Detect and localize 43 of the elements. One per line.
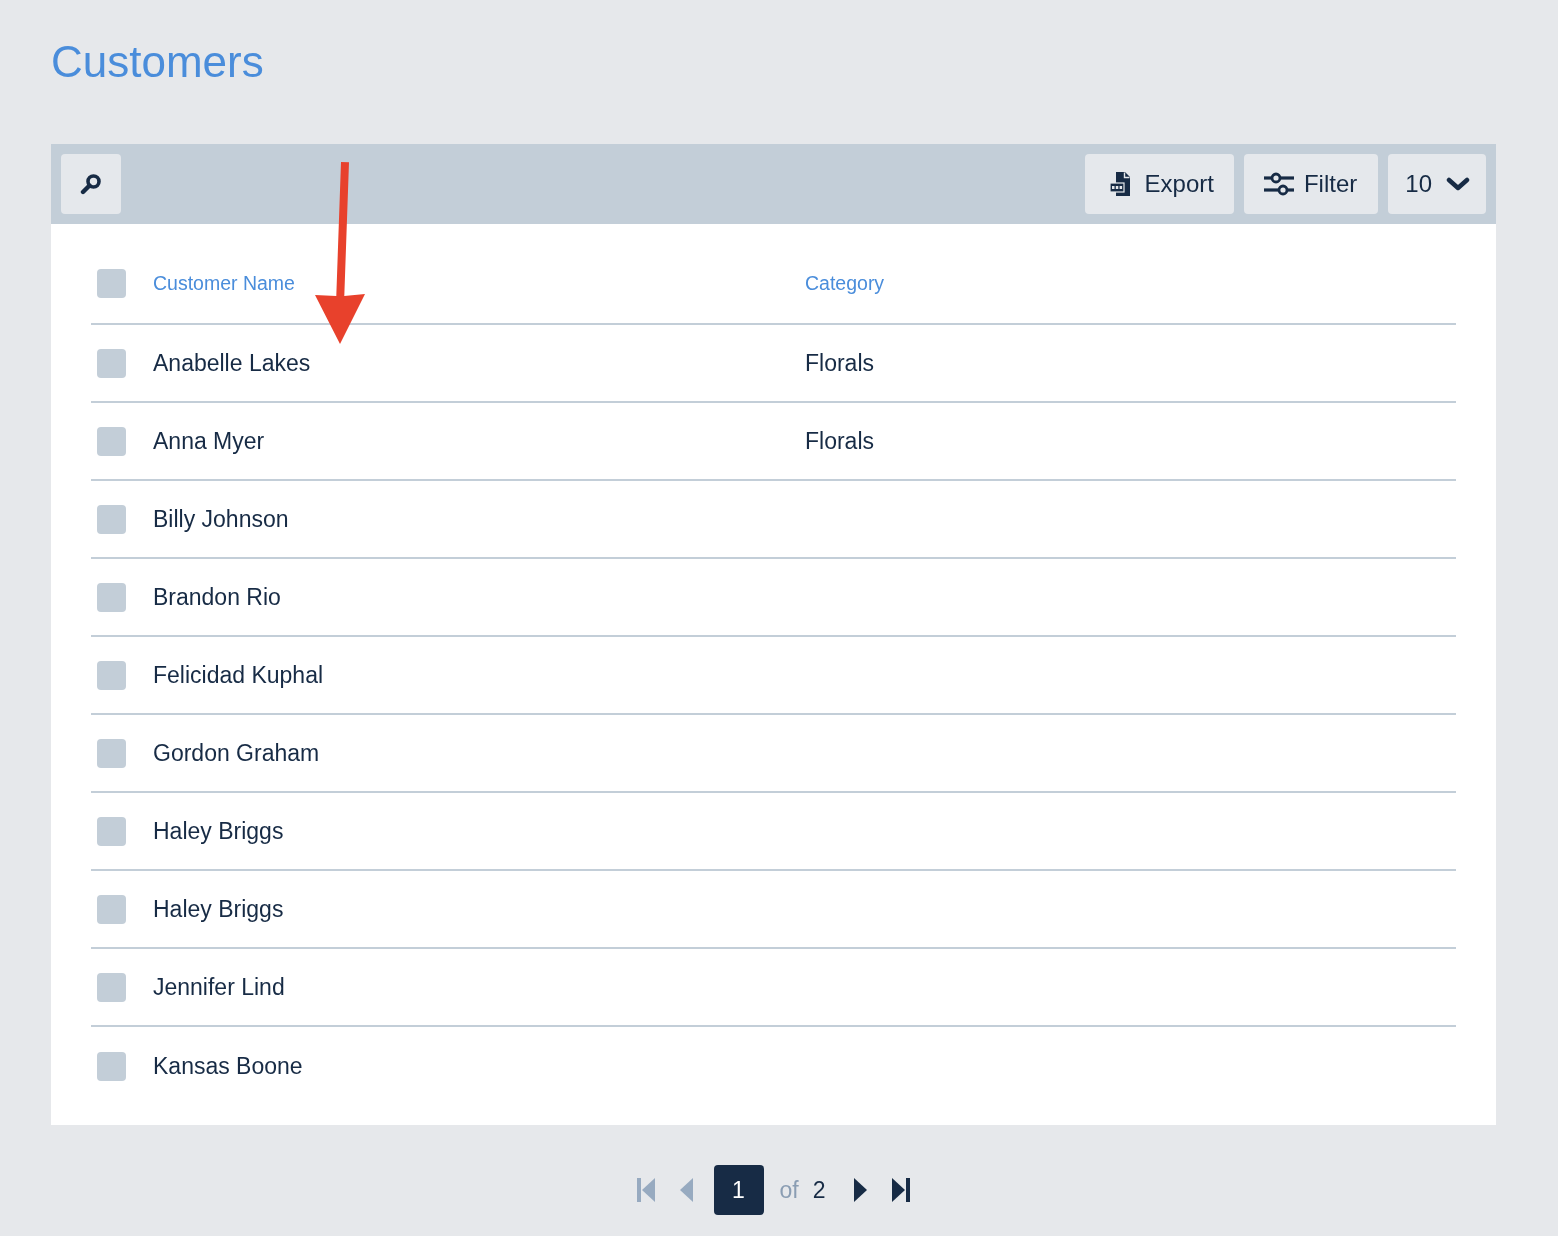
- row-checkbox[interactable]: [97, 1051, 126, 1081]
- skip-forward-icon: [892, 1178, 911, 1202]
- row-checkbox[interactable]: [97, 348, 126, 378]
- category-cell: Florals: [805, 427, 874, 455]
- page-of-label: of: [779, 1176, 799, 1204]
- column-header[interactable]: Category: [805, 272, 885, 295]
- sliders-icon: [1263, 172, 1294, 196]
- customer-name-cell: Haley Briggs: [153, 895, 284, 923]
- row-checkbox[interactable]: [97, 504, 126, 534]
- filter-button[interactable]: Filter: [1243, 154, 1379, 214]
- select-all-checkbox[interactable]: [97, 269, 126, 298]
- skip-back-icon: [636, 1178, 655, 1202]
- row-checkbox[interactable]: [97, 972, 126, 1002]
- customer-name-cell: Anabelle Lakes: [153, 349, 311, 377]
- row-checkbox[interactable]: [97, 894, 126, 924]
- row-checkbox[interactable]: [97, 738, 126, 768]
- customer-name-cell: Kansas Boone: [153, 1052, 303, 1080]
- triangle-right-icon: [854, 1178, 868, 1202]
- export-button[interactable]: Export: [1084, 154, 1234, 214]
- page-title: Customers: [51, 36, 264, 88]
- column-header[interactable]: Customer Name: [153, 272, 295, 295]
- last-page-button[interactable]: [892, 1178, 911, 1202]
- category-cell: Florals: [805, 349, 874, 377]
- triangle-left-icon: [679, 1178, 693, 1202]
- customer-name-cell: Billy Johnson: [153, 505, 289, 533]
- customer-name-cell: Brandon Rio: [153, 583, 281, 611]
- search-button[interactable]: [61, 154, 121, 214]
- customer-name-cell: Haley Briggs: [153, 817, 284, 845]
- next-page-button[interactable]: [854, 1178, 868, 1202]
- page-size-dropdown[interactable]: 10: [1388, 154, 1486, 214]
- chevron-down-icon: [1446, 177, 1470, 191]
- row-checkbox[interactable]: [97, 582, 126, 612]
- row-checkbox[interactable]: [97, 660, 126, 690]
- customer-name-cell: Anna Myer: [153, 427, 265, 455]
- total-pages-label: 2: [812, 1176, 826, 1204]
- row-checkbox[interactable]: [97, 426, 126, 456]
- customer-name-cell: Jennifer Lind: [153, 973, 285, 1001]
- customer-name-cell: Gordon Graham: [153, 739, 320, 767]
- customer-name-cell: Felicidad Kuphal: [153, 661, 324, 689]
- current-page-button[interactable]: 1: [713, 1165, 764, 1215]
- search-icon: [80, 173, 102, 195]
- file-icon: [1108, 171, 1131, 197]
- row-checkbox[interactable]: [97, 816, 126, 846]
